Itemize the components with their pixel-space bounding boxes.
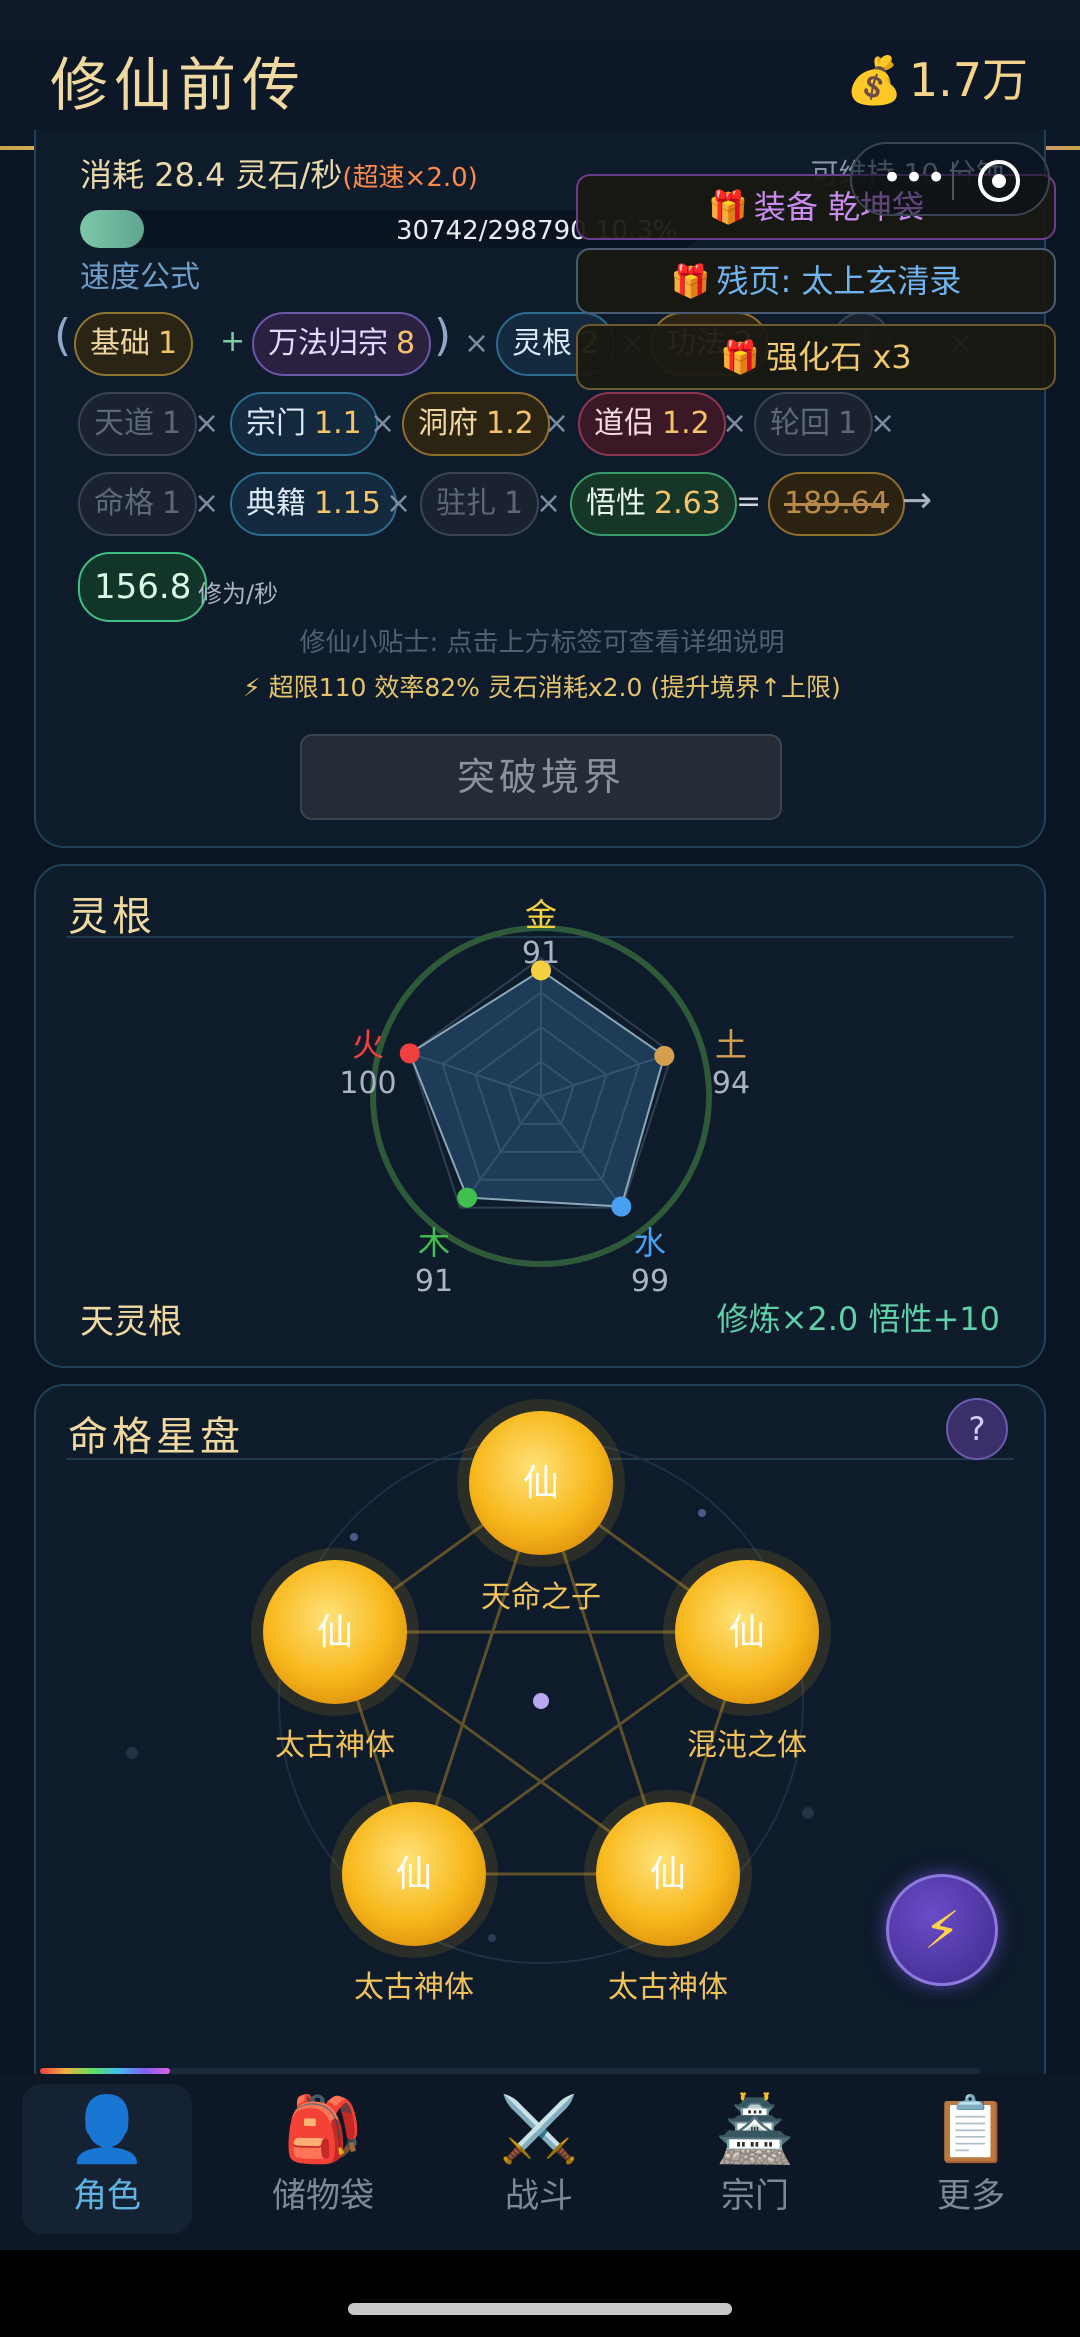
chip-dongfu[interactable]: 洞府 1.2: [402, 392, 550, 456]
element-label-earth: 土 94: [711, 1026, 751, 1101]
money-bag-icon: 💰: [845, 53, 903, 107]
crossed-swords-icon: ⚔️: [499, 2093, 579, 2167]
base-speed-struck: 189.64: [768, 472, 905, 536]
spirit-root-type: 天灵根: [80, 1302, 182, 1342]
orb-label: 太古神体: [275, 1728, 395, 1763]
nav-tab-inventory[interactable]: 🎒 储物袋: [238, 2084, 408, 2234]
radar-point-水: [611, 1196, 632, 1217]
chip-zhuzha[interactable]: 驻扎 1: [420, 472, 540, 536]
breakthrough-button[interactable]: 突破境界: [300, 734, 782, 820]
reward-toast[interactable]: 🎁 残页: 太上玄清录: [576, 248, 1056, 314]
radar-point-土: [654, 1045, 675, 1066]
nav-tab-battle[interactable]: ⚔️ 战斗: [454, 2084, 624, 2234]
backpack-icon: 🎒: [283, 2093, 363, 2167]
formula-label: 速度公式: [80, 260, 200, 295]
bottom-navigation: 👤 角色 🎒 储物袋 ⚔️ 战斗 🏯 宗门 📋 更多: [0, 2074, 1080, 2250]
radar-point-木: [457, 1187, 478, 1208]
element-label-metal: 金 91: [521, 896, 561, 971]
more-options-icon[interactable]: •••: [882, 158, 948, 198]
center-star: [533, 1693, 549, 1709]
orb-glyph: 仙: [729, 1612, 765, 1653]
element-label-water: 水 99: [630, 1224, 670, 1299]
orb-label: 太古神体: [354, 1970, 474, 2005]
pagoda-icon: 🏯: [715, 2093, 795, 2167]
final-speed-result: 156.8: [78, 552, 208, 622]
reward-toast[interactable]: 🎁 强化石 x3: [576, 324, 1056, 390]
close-paren: ): [434, 310, 452, 361]
arrow-right-icon: →: [902, 480, 933, 521]
times-operator: ×: [722, 406, 748, 441]
times-operator: ×: [194, 486, 220, 521]
gift-icon: 🎁: [670, 262, 711, 300]
limit-info: ⚡ 超限110 效率82% 灵石消耗x2.0 (提升境界↑上限): [243, 673, 841, 702]
chip-base[interactable]: 基础 1: [74, 312, 194, 376]
app-header: 修仙前传 💰 1.7万: [0, 0, 1080, 148]
nav-label: 更多: [937, 2176, 1005, 2216]
miniprogram-capsule: •••: [850, 142, 1050, 216]
times-operator: ×: [370, 406, 396, 441]
overspeed-badge: (超速×2.0): [342, 163, 478, 193]
times-operator: ×: [386, 486, 412, 521]
nav-label: 宗门: [721, 2176, 789, 2216]
nav-label: 战斗: [505, 2176, 573, 2216]
star-chart: 仙仙 仙仙仙: [126, 1399, 831, 1964]
home-indicator[interactable]: [348, 2303, 732, 2315]
orb-glyph: 仙: [650, 1854, 686, 1895]
chip-wanfa-guizong[interactable]: 万法归宗 8: [252, 312, 432, 376]
lightning-action-button[interactable]: ⚡: [886, 1874, 998, 1986]
gift-icon: 🎁: [707, 188, 748, 226]
orb-label: 混沌之体: [687, 1728, 807, 1763]
chip-zongmen[interactable]: 宗门 1.1: [230, 392, 378, 456]
nav-label: 储物袋: [272, 2176, 374, 2216]
spirit-root-bonus: 修炼×2.0 悟性+10: [716, 1300, 1000, 1338]
speed-unit: 修为/秒: [198, 580, 279, 608]
spirit-root-panel: 灵根 金 91 土 94 水 99 木 91 火 100 天灵根 修炼×2.0 悟性+10: [34, 864, 1046, 1368]
orb-label: 太古神体: [608, 1970, 728, 2005]
orb-glyph: 仙: [523, 1463, 559, 1504]
chip-dianji[interactable]: 典籍 1.15: [230, 472, 397, 536]
chip-tiandao[interactable]: 天道 1: [78, 392, 198, 456]
chip-wuxing[interactable]: 悟性 2.63: [570, 472, 737, 536]
times-operator: ×: [464, 326, 490, 361]
system-bar: [0, 2250, 1080, 2337]
currency-display[interactable]: 💰 1.7万: [846, 44, 1028, 110]
spirit-stone-consumption: 消耗 28.4 灵石/秒(超速×2.0): [80, 156, 478, 194]
nav-label: 角色: [73, 2176, 141, 2216]
destiny-star-panel: 命格星盘 ? 仙仙仙仙仙 天命之子 太古神体 混沌之体 太古神体 太古神体: [34, 1384, 1046, 2084]
open-paren: (: [54, 310, 72, 361]
capsule-divider: [952, 162, 954, 200]
chip-lunhui[interactable]: 轮回 1: [754, 392, 874, 456]
plus-operator: +: [220, 324, 246, 359]
times-operator: ×: [870, 406, 896, 441]
orb-glyph: 仙: [396, 1854, 432, 1895]
tip-text: 修仙小贴士: 点击上方标签可查看详细说明: [299, 628, 785, 658]
times-operator: ×: [536, 486, 562, 521]
close-miniprogram-icon[interactable]: [978, 160, 1020, 202]
clipboard-icon: 📋: [931, 2093, 1011, 2167]
element-label-wood: 木 91: [414, 1224, 454, 1299]
person-icon: 👤: [67, 2093, 147, 2167]
nav-tab-sect[interactable]: 🏯 宗门: [670, 2084, 840, 2234]
times-operator: ×: [194, 406, 220, 441]
nav-tab-character[interactable]: 👤 角色: [22, 2084, 192, 2234]
app-title: 修仙前传: [50, 51, 307, 119]
times-operator: ×: [544, 406, 570, 441]
currency-amount: 1.7万: [908, 53, 1028, 107]
orb-glyph: 仙: [317, 1612, 353, 1653]
element-label-fire: 火 100: [339, 1026, 397, 1101]
chip-daolv[interactable]: 道侣 1.2: [578, 392, 726, 456]
chip-mingge[interactable]: 命格 1: [78, 472, 198, 536]
nav-tab-more[interactable]: 📋 更多: [886, 2084, 1056, 2234]
progress-fill: [80, 210, 144, 248]
equals-operator: =: [736, 484, 762, 519]
orb-label: 天命之子: [481, 1580, 601, 1615]
gift-icon: 🎁: [720, 338, 761, 376]
